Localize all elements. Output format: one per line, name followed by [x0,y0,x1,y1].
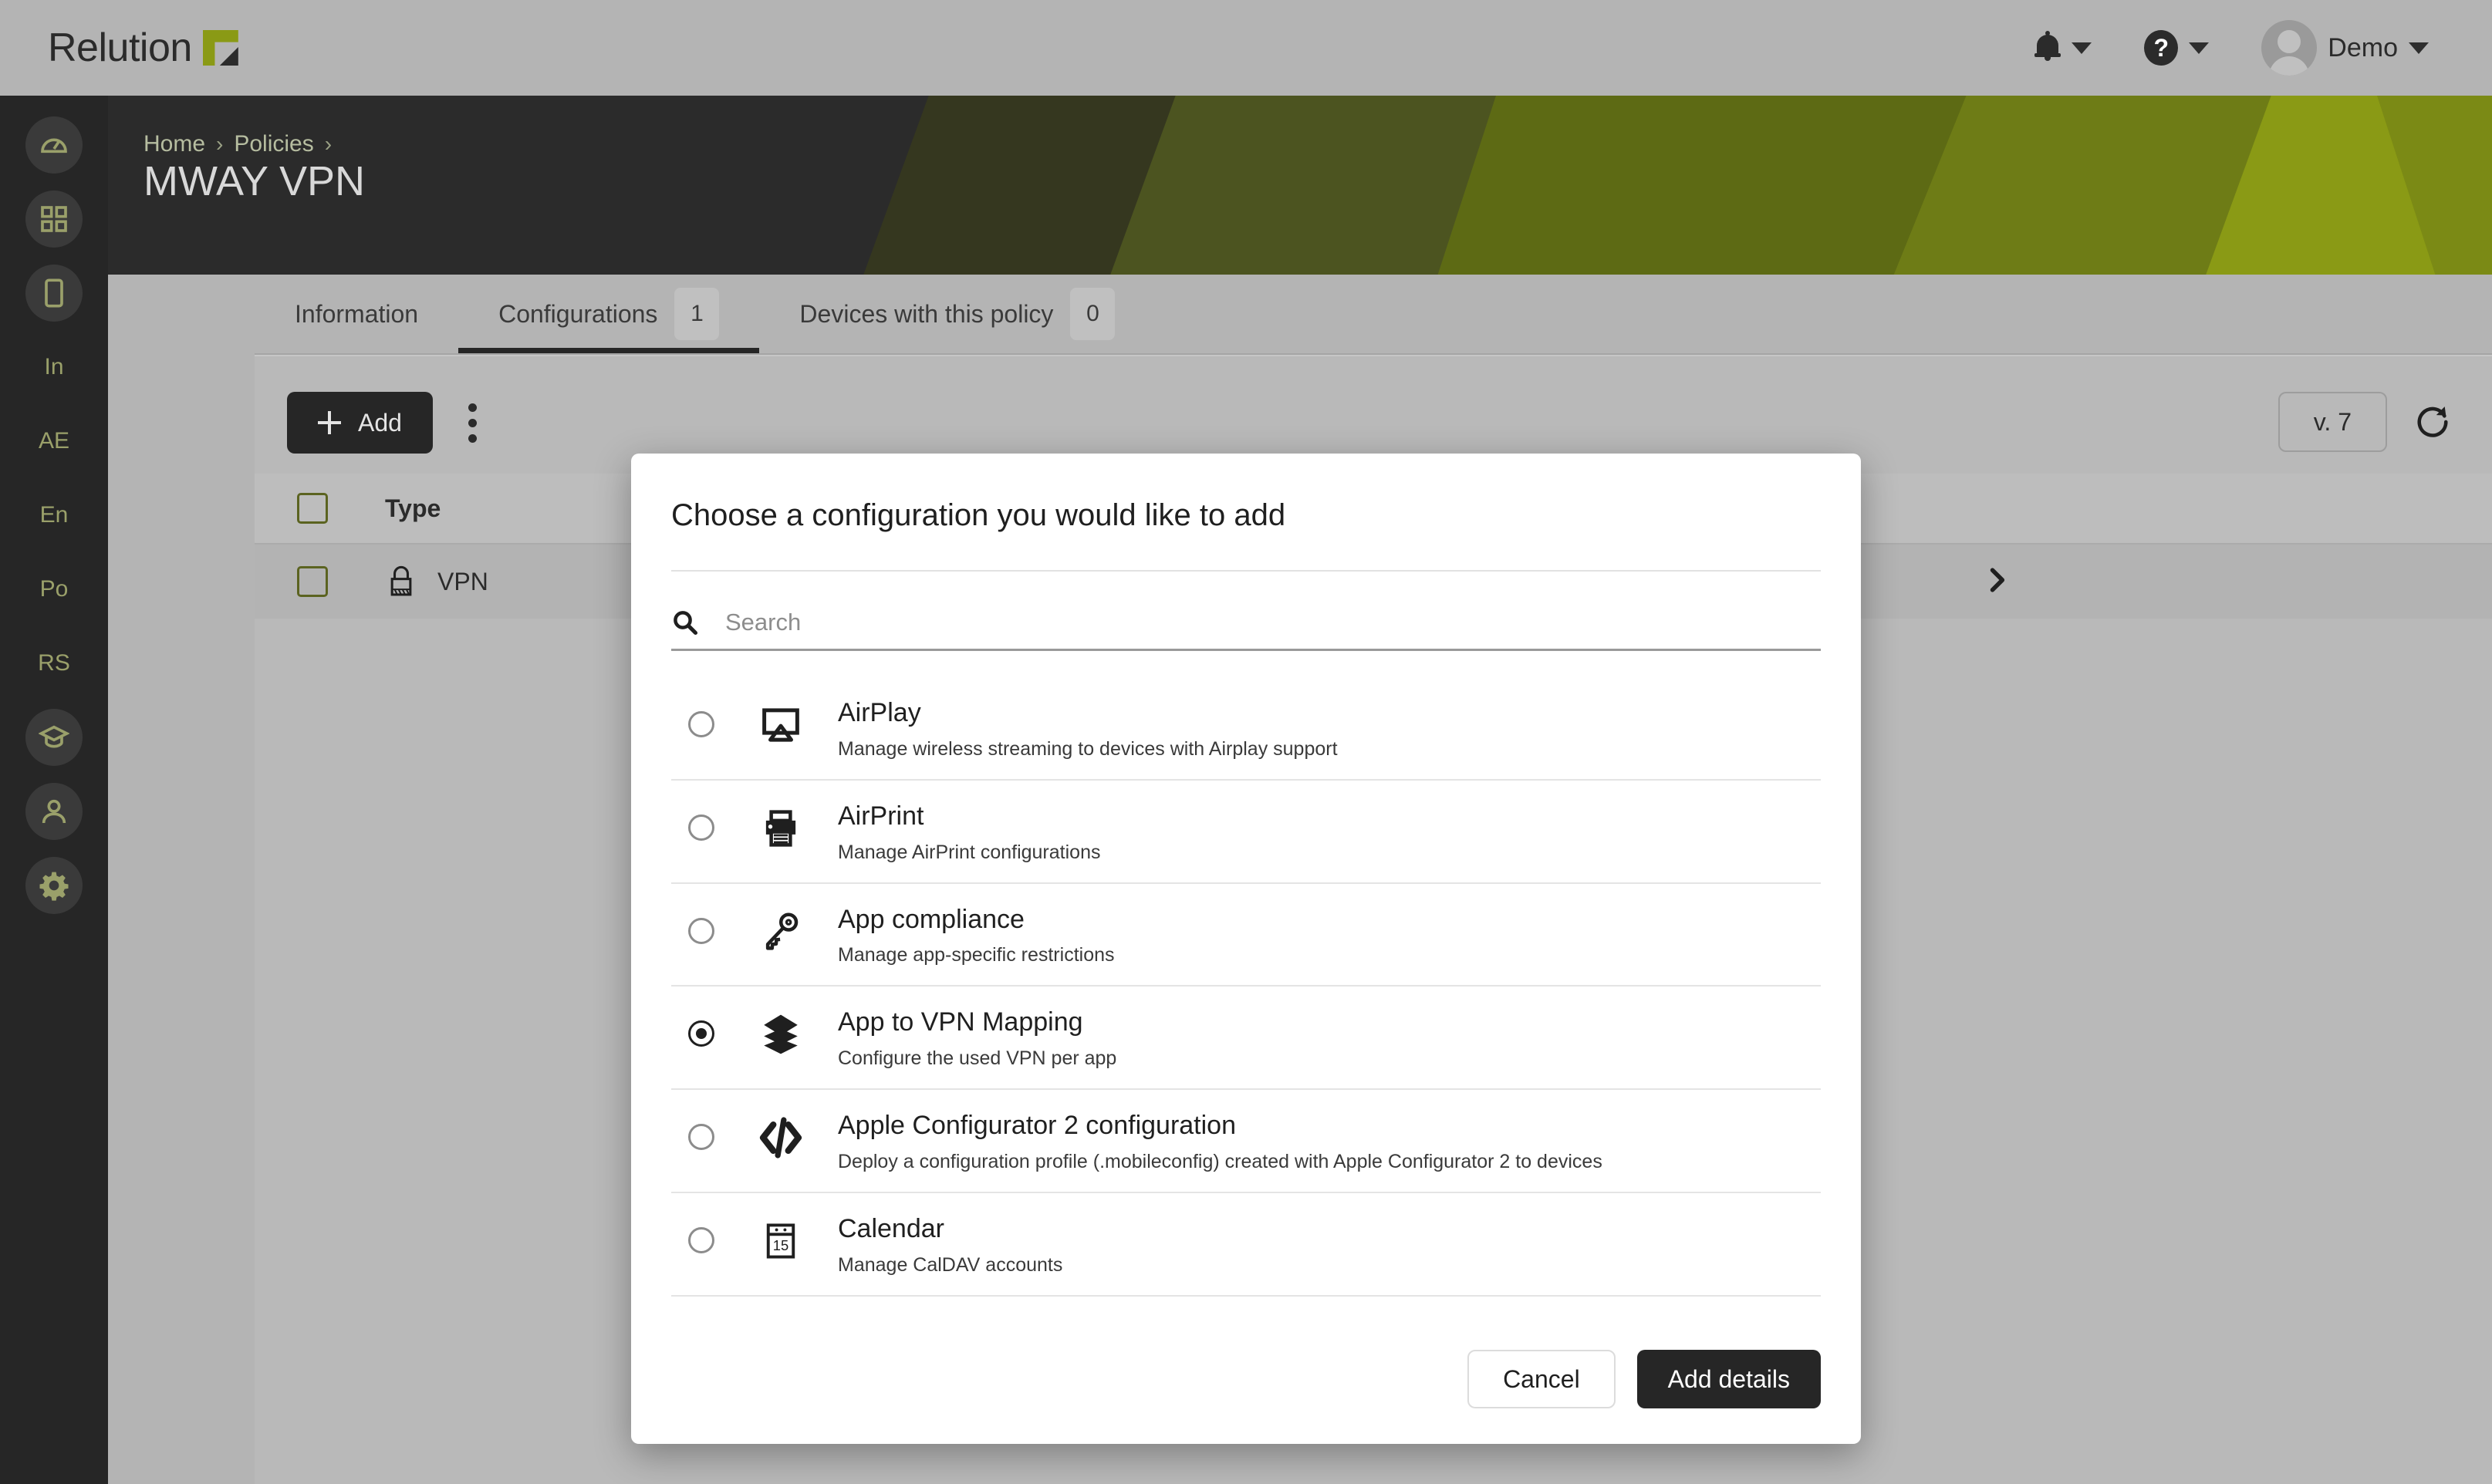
divider [671,570,1821,572]
search-row [671,609,1821,651]
radio-button[interactable] [688,1124,714,1151]
option-description: Deploy a configuration profile (.mobilec… [838,1150,1602,1172]
radio-button[interactable] [688,1226,714,1253]
option-app-to-vpn-mapping[interactable]: App to VPN Mapping Configure the used VP… [671,987,1821,1091]
option-text: App compliance Manage app-specific restr… [838,904,1115,967]
radio-button[interactable] [688,1020,714,1047]
option-name: AirPrint [838,801,924,831]
search-icon [674,611,698,636]
option-name: Calendar [838,1213,944,1243]
option-description: Manage CalDAV accounts [838,1253,1063,1276]
radio-button[interactable] [688,917,714,944]
code-brackets-icon [756,1113,805,1162]
option-description: Configure the used VPN per app [838,1047,1117,1070]
option-calendar[interactable]: 15 Calendar Manage CalDAV accounts [671,1193,1821,1297]
option-description: Manage app-specific restrictions [838,944,1115,966]
option-apple-configurator-2[interactable]: Apple Configurator 2 configuration Deplo… [671,1090,1821,1193]
cancel-button[interactable]: Cancel [1467,1350,1616,1408]
add-details-button[interactable]: Add details [1636,1350,1821,1408]
layers-icon [756,1010,805,1059]
option-text: Calendar Manage CalDAV accounts [838,1213,1062,1277]
option-airplay[interactable]: AirPlay Manage wireless streaming to dev… [671,677,1821,781]
modal-title: Choose a configuration you would like to… [671,498,1286,532]
airplay-icon [756,700,805,750]
option-app-compliance[interactable]: App compliance Manage app-specific restr… [671,884,1821,987]
option-description: Manage AirPrint configurations [838,841,1101,863]
option-name: App to VPN Mapping [838,1007,1083,1037]
key-icon [756,907,805,956]
svg-text:15: 15 [773,1237,788,1253]
printer-icon [756,804,805,853]
option-text: AirPlay Manage wireless streaming to dev… [838,697,1338,761]
radio-button[interactable] [688,814,714,841]
option-name: AirPlay [838,698,921,727]
radio-button[interactable] [688,711,714,737]
option-text: App to VPN Mapping Configure the used VP… [838,1007,1116,1070]
calendar-icon: 15 [756,1216,805,1266]
option-name: Apple Configurator 2 configuration [838,1111,1236,1141]
option-text: AirPrint Manage AirPrint configurations [838,801,1100,864]
option-name: App compliance [838,904,1025,934]
configuration-options-list: AirPlay Manage wireless streaming to dev… [671,677,1821,1350]
modal-footer: Cancel Add details [631,1350,1861,1444]
app-root: Home › Policies › MWAY VPN Information C… [0,0,2492,1484]
option-description: Manage wireless streaming to devices wit… [838,737,1338,760]
add-configuration-modal: Choose a configuration you would like to… [631,454,1861,1444]
option-airprint[interactable]: AirPrint Manage AirPrint configurations [671,781,1821,884]
search-input[interactable] [725,609,1821,636]
option-text: Apple Configurator 2 configuration Deplo… [838,1110,1602,1173]
